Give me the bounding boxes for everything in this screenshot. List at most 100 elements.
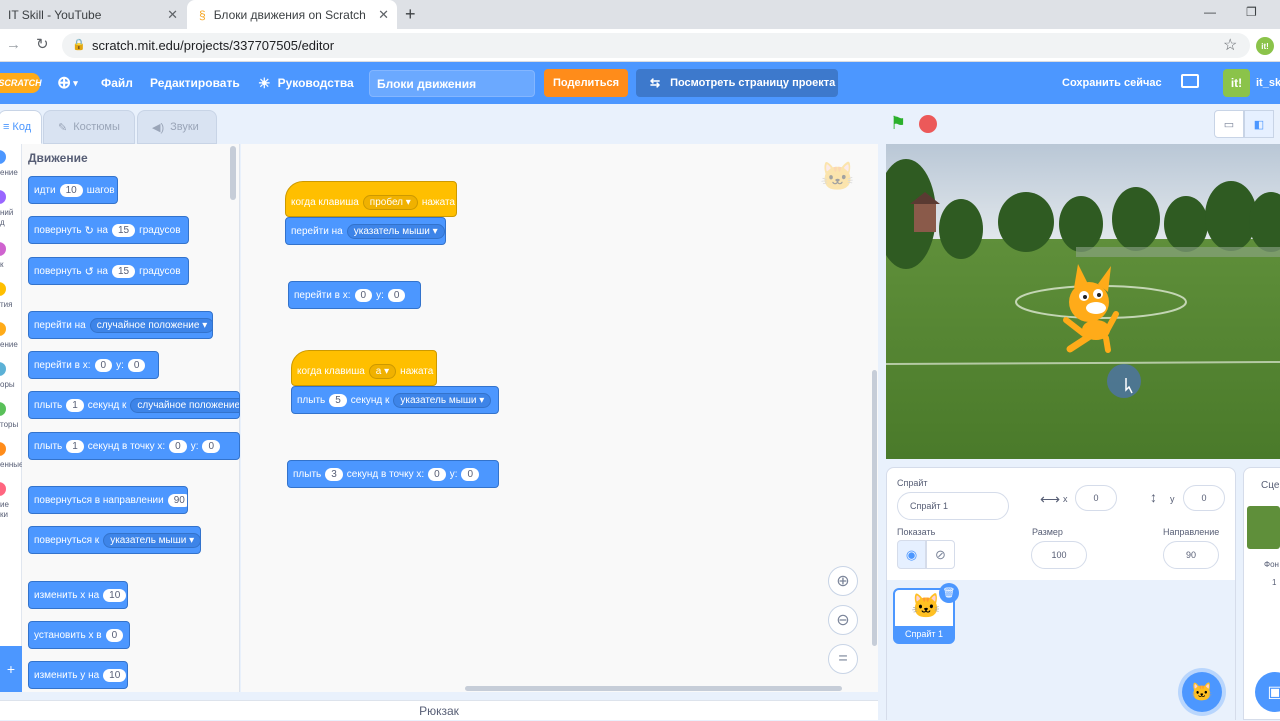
category-operators-label[interactable]: торы bbox=[0, 420, 18, 429]
forward-icon[interactable]: → bbox=[6, 36, 21, 53]
block-dropdown[interactable]: случайное положение ▾ bbox=[89, 317, 212, 333]
username[interactable]: it_ski bbox=[1256, 62, 1280, 104]
block-dropdown[interactable]: указатель мыши ▾ bbox=[346, 223, 445, 239]
reload-icon[interactable]: ↻ bbox=[36, 35, 49, 53]
url-field[interactable]: 🔒 scratch.mit.edu/projects/337707505/edi… bbox=[62, 33, 1250, 58]
category-sensing-label[interactable]: оры bbox=[0, 380, 15, 389]
choose-sprite-icon[interactable]: 🐱 bbox=[1182, 672, 1222, 712]
block-move-steps[interactable]: идти 10 шагов bbox=[28, 176, 118, 204]
size-input[interactable]: 100 bbox=[1031, 541, 1087, 569]
block-goto-xy[interactable]: перейти в x: 0 y: 0 bbox=[28, 351, 159, 379]
save-now-button[interactable]: Сохранить сейчас bbox=[1062, 62, 1162, 104]
block-input[interactable]: 0 bbox=[461, 467, 480, 481]
zoom-reset-icon[interactable]: = bbox=[828, 644, 858, 674]
block-input[interactable]: 0 bbox=[94, 358, 113, 372]
block-change-y[interactable]: изменить у на 10 bbox=[28, 661, 128, 689]
menu-file[interactable]: Файл bbox=[101, 62, 133, 104]
stage-backdrop-thumbnail[interactable] bbox=[1247, 506, 1280, 549]
block-input[interactable]: 10 bbox=[103, 668, 127, 682]
project-title-input[interactable]: Блоки движения bbox=[369, 70, 535, 97]
show-visible-icon[interactable]: ◉ bbox=[897, 540, 926, 569]
browser-tab-youtube[interactable]: IT Skill - YouTube ✕ bbox=[0, 0, 186, 29]
script-goto-xy[interactable]: перейти в x: 0 y: 0 bbox=[288, 281, 421, 309]
block-input[interactable]: 15 bbox=[111, 223, 136, 237]
block-dropdown[interactable]: указатель мыши ▾ bbox=[103, 532, 200, 548]
block-dropdown[interactable]: пробел ▾ bbox=[362, 194, 418, 210]
bookmark-star-icon[interactable]: ☆ bbox=[1223, 35, 1237, 55]
block-point-towards[interactable]: повернуться к указатель мыши ▾ bbox=[28, 526, 201, 554]
block-point-direction[interactable]: повернуться в направлении 90 bbox=[28, 486, 188, 514]
block-input[interactable]: 1 bbox=[66, 439, 84, 453]
restore-icon[interactable]: ❐ bbox=[1246, 5, 1257, 19]
stage-canvas[interactable] bbox=[886, 144, 1280, 459]
y-input[interactable]: 0 bbox=[1183, 485, 1225, 511]
tab-costumes[interactable]: ✎ Костюмы bbox=[43, 110, 135, 144]
stop-icon[interactable] bbox=[919, 115, 937, 133]
menu-tutorials[interactable]: ☀ Руководства bbox=[258, 62, 354, 104]
backpack[interactable]: Рюкзак bbox=[0, 700, 878, 720]
see-project-page-button[interactable]: ⇆ Посмотреть страницу проекта bbox=[636, 69, 838, 97]
script-goto-mouse[interactable]: перейти на указатель мыши ▾ bbox=[285, 217, 446, 245]
block-dropdown[interactable]: указатель мыши ▾ bbox=[393, 392, 492, 408]
block-glide-to[interactable]: плыть 1 секунд к случайное положение bbox=[28, 391, 240, 419]
block-input[interactable]: 0 bbox=[169, 439, 187, 453]
profile-avatar[interactable]: it! bbox=[1256, 37, 1274, 55]
sprite-name-input[interactable]: Спрайт 1 bbox=[897, 492, 1009, 520]
green-flag-icon[interactable]: ⚑ bbox=[890, 113, 906, 134]
workspace-vscrollbar[interactable] bbox=[872, 370, 877, 646]
close-icon[interactable]: ✕ bbox=[378, 7, 389, 23]
category-variables-label[interactable]: енные bbox=[0, 460, 23, 469]
tab-code[interactable]: ≡ Код bbox=[0, 110, 42, 144]
add-extension-button[interactable]: + bbox=[0, 646, 22, 692]
block-input[interactable]: 0 bbox=[354, 288, 373, 302]
category-control-label[interactable]: ение bbox=[0, 340, 18, 349]
menu-edit[interactable]: Редактировать bbox=[150, 62, 240, 104]
script-glide-to-mouse[interactable]: плыть 5 секунд к указатель мыши ▾ bbox=[291, 386, 499, 414]
block-glide-xy[interactable]: плыть 1 секунд в точку x: 0 y: 0 bbox=[28, 432, 240, 460]
block-turn-left[interactable]: повернуть ↺ на 15 градусов bbox=[28, 257, 189, 285]
share-button[interactable]: Поделиться bbox=[544, 69, 628, 97]
category-looks-label[interactable]: ний д bbox=[0, 208, 13, 228]
globe-icon[interactable]: ⊕ ▾ bbox=[57, 62, 78, 104]
block-change-x[interactable]: изменить х на 10 bbox=[28, 581, 128, 609]
block-input[interactable]: 0 bbox=[105, 628, 124, 642]
block-turn-right[interactable]: повернуть ↻ на 15 градусов bbox=[28, 216, 189, 244]
large-stage-icon[interactable]: ◧ bbox=[1244, 110, 1274, 138]
block-input[interactable]: 1 bbox=[66, 398, 84, 412]
category-motion-label[interactable]: ение bbox=[0, 168, 18, 177]
block-dropdown[interactable]: a ▾ bbox=[368, 363, 397, 379]
category-events-label[interactable]: тия bbox=[0, 300, 12, 309]
direction-input[interactable]: 90 bbox=[1163, 541, 1219, 569]
palette-scrollbar[interactable] bbox=[230, 146, 236, 200]
show-hidden-icon[interactable]: ⊘ bbox=[926, 540, 955, 569]
block-input[interactable]: 10 bbox=[59, 183, 83, 197]
block-input[interactable]: 3 bbox=[325, 467, 343, 481]
block-input[interactable]: 90 bbox=[167, 493, 187, 507]
block-input[interactable]: 0 bbox=[428, 467, 446, 481]
minimize-icon[interactable]: — bbox=[1204, 5, 1216, 19]
block-set-x[interactable]: установить х в 0 bbox=[28, 621, 130, 649]
folder-icon[interactable] bbox=[1181, 74, 1199, 88]
scratch-logo[interactable]: SCRATCH bbox=[0, 73, 42, 93]
block-input[interactable]: 0 bbox=[387, 288, 406, 302]
script-glide-xy[interactable]: плыть 3 секунд в точку x: 0 y: 0 bbox=[287, 460, 499, 488]
delete-sprite-icon[interactable]: 🗑 bbox=[939, 583, 959, 603]
block-input[interactable]: 15 bbox=[111, 264, 136, 278]
block-input[interactable]: 5 bbox=[329, 393, 347, 407]
close-icon[interactable]: ✕ bbox=[167, 7, 178, 23]
category-sound-label[interactable]: к bbox=[0, 260, 4, 269]
user-avatar[interactable]: it! bbox=[1223, 69, 1250, 97]
workspace-hscrollbar[interactable] bbox=[465, 686, 842, 691]
block-input[interactable]: 10 bbox=[103, 588, 127, 602]
block-input[interactable]: 0 bbox=[127, 358, 146, 372]
small-stage-icon[interactable]: ▭ bbox=[1214, 110, 1244, 138]
script-when-key-space[interactable]: когда клавиша пробел ▾ нажата bbox=[285, 181, 457, 217]
zoom-in-icon[interactable]: ⊕ bbox=[828, 566, 858, 596]
browser-tab-scratch[interactable]: § Блоки движения on Scratch ✕ bbox=[187, 0, 397, 29]
script-when-key-a[interactable]: когда клавиша a ▾ нажата bbox=[291, 350, 437, 386]
block-goto[interactable]: перейти на случайное положение ▾ bbox=[28, 311, 213, 339]
new-tab-icon[interactable]: + bbox=[405, 4, 416, 25]
zoom-out-icon[interactable]: ⊖ bbox=[828, 605, 858, 635]
tab-sounds[interactable]: ◀) Звуки bbox=[137, 110, 217, 144]
x-input[interactable]: 0 bbox=[1075, 485, 1117, 511]
